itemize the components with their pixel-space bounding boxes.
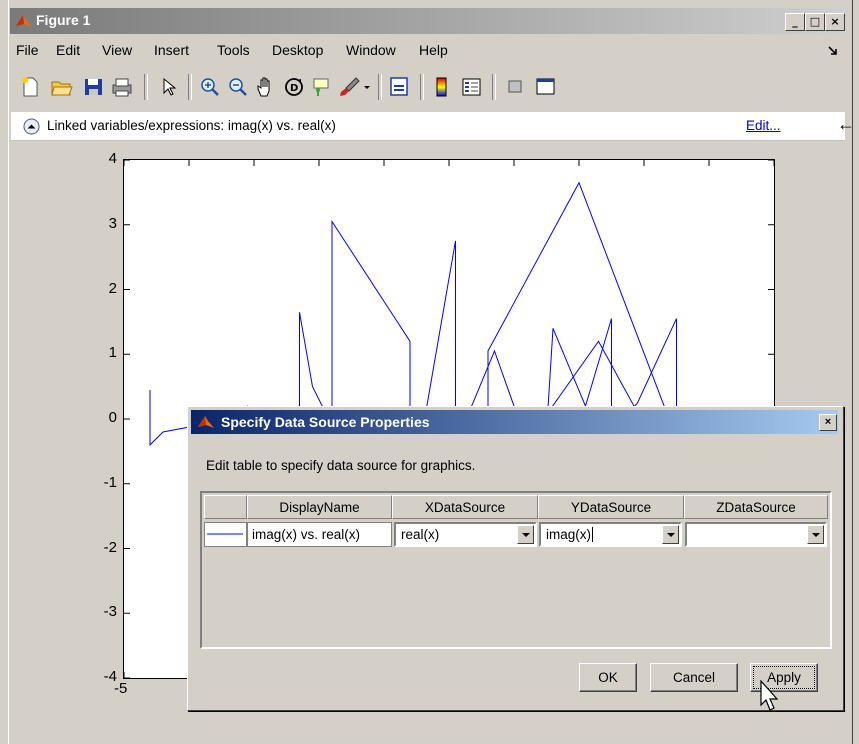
window-title: Figure 1 xyxy=(36,12,91,28)
menu-desktop[interactable]: Desktop xyxy=(272,42,323,58)
table-corner-header xyxy=(204,495,247,519)
dialog-titlebar[interactable]: Specify Data Source Properties × xyxy=(191,410,838,434)
linked-data-bar: Linked variables/expressions: imag(x) vs… xyxy=(11,112,855,141)
chevron-down-icon[interactable] xyxy=(807,525,824,544)
y-tick-label: -3 xyxy=(103,603,117,621)
menu-tools[interactable]: Tools xyxy=(217,42,250,58)
pointer-icon[interactable] xyxy=(156,76,180,98)
new-figure-icon[interactable] xyxy=(18,76,42,98)
chevron-down-icon[interactable] xyxy=(662,525,679,544)
y-tick-label: -1 xyxy=(103,473,117,491)
data-source-table: DisplayName XDataSource YDataSource ZDat… xyxy=(200,491,832,649)
save-icon[interactable] xyxy=(82,76,106,98)
dock-arrow-icon[interactable] xyxy=(828,46,838,56)
toolbar-separator xyxy=(492,74,496,100)
mouse-cursor-icon xyxy=(760,680,779,711)
colorbar-icon[interactable] xyxy=(430,76,454,98)
data-source-dialog: Specify Data Source Properties × Edit ta… xyxy=(187,406,844,711)
open-file-icon[interactable] xyxy=(50,76,74,98)
toolbar-separator xyxy=(144,74,148,100)
xdatasource-combo[interactable]: real(x) xyxy=(394,522,537,547)
menu-help[interactable]: Help xyxy=(419,42,448,58)
menu-insert[interactable]: Insert xyxy=(154,42,189,58)
menubar: File Edit View Insert Tools Desktop Wind… xyxy=(10,38,846,62)
ok-button[interactable]: OK xyxy=(579,663,637,692)
zdatasource-combo[interactable] xyxy=(685,522,827,547)
data-cursor-icon[interactable] xyxy=(310,76,334,98)
dialog-title: Specify Data Source Properties xyxy=(221,414,430,430)
ydatasource-value: imag(x) xyxy=(546,527,592,542)
text-caret xyxy=(592,527,594,542)
toolbar-separator xyxy=(420,74,424,100)
chevron-down-icon[interactable] xyxy=(517,525,534,544)
left-arrow-icon[interactable]: ← xyxy=(837,114,855,135)
column-header-displayname[interactable]: DisplayName xyxy=(247,495,392,519)
pan-hand-icon[interactable] xyxy=(254,76,278,98)
toolbar: D xyxy=(10,66,846,108)
print-icon[interactable] xyxy=(110,76,134,98)
xdatasource-value: real(x) xyxy=(401,527,440,542)
dialog-close-button[interactable]: × xyxy=(819,414,837,431)
svg-text:D: D xyxy=(290,83,298,94)
dialog-instruction: Edit table to specify data source for gr… xyxy=(206,458,476,473)
y-tick-label: 4 xyxy=(108,150,117,167)
zoom-in-icon[interactable] xyxy=(198,76,222,98)
ydatasource-combo[interactable]: imag(x) xyxy=(539,522,682,547)
toolbar-separator xyxy=(378,74,382,100)
brush-icon[interactable] xyxy=(338,76,362,98)
y-tick-label: 1 xyxy=(108,344,117,362)
y-tick-label: 2 xyxy=(108,279,117,297)
brush-dropdown-icon[interactable] xyxy=(362,76,372,98)
column-header-ydatasource[interactable]: YDataSource xyxy=(538,495,684,519)
show-plot-tools-icon[interactable] xyxy=(534,76,558,98)
y-tick-label: 3 xyxy=(108,214,117,232)
rotate-3d-icon[interactable]: D xyxy=(282,76,306,98)
line-style-swatch xyxy=(204,522,247,547)
close-button[interactable]: × xyxy=(825,13,845,31)
x-tick-label: -5 xyxy=(114,680,128,697)
legend-icon[interactable] xyxy=(460,76,484,98)
y-tick-label: 0 xyxy=(108,409,117,426)
menu-window[interactable]: Window xyxy=(346,42,396,58)
toolbar-separator xyxy=(188,74,192,100)
displayname-cell[interactable]: imag(x) vs. real(x) xyxy=(247,522,392,547)
linked-variables-text: Linked variables/expressions: imag(x) vs… xyxy=(47,118,336,133)
window-titlebar[interactable]: Figure 1 _ □ × xyxy=(10,8,846,34)
matlab-logo-icon xyxy=(198,416,214,428)
maximize-button[interactable]: □ xyxy=(805,13,825,31)
column-header-xdatasource[interactable]: XDataSource xyxy=(392,495,538,519)
cancel-button[interactable]: Cancel xyxy=(650,663,738,692)
collapse-up-icon[interactable] xyxy=(23,118,40,135)
y-tick-label: -2 xyxy=(103,538,117,556)
hide-plot-tools-icon[interactable] xyxy=(504,76,528,98)
edit-link[interactable]: Edit... xyxy=(746,118,781,133)
minimize-button[interactable]: _ xyxy=(785,13,805,31)
menu-view[interactable]: View xyxy=(102,42,132,58)
menu-file[interactable]: File xyxy=(16,42,39,58)
matlab-logo-icon xyxy=(16,15,32,27)
link-plot-icon[interactable] xyxy=(388,76,412,98)
column-header-zdatasource[interactable]: ZDataSource xyxy=(684,495,828,519)
zoom-out-icon[interactable] xyxy=(226,76,250,98)
menu-edit[interactable]: Edit xyxy=(56,42,80,58)
